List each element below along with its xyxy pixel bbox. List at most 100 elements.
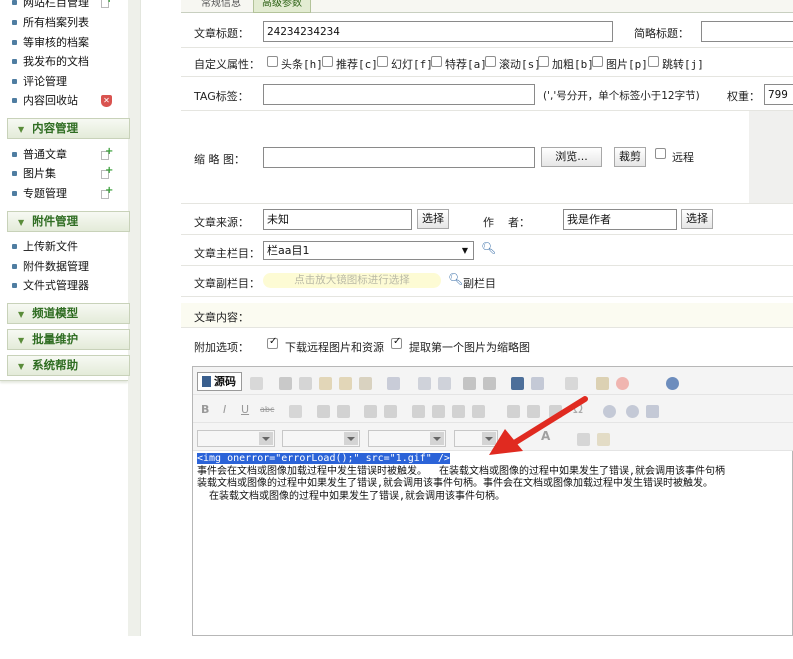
sidebar-item-galleries[interactable]: 图片集: [12, 166, 56, 182]
sidebar-item-my-documents[interactable]: 我发布的文档: [12, 54, 89, 70]
redo-icon[interactable]: [438, 377, 451, 390]
flash-icon[interactable]: [616, 377, 629, 390]
undo-icon[interactable]: [418, 377, 431, 390]
tab-basic-info[interactable]: 常规信息: [189, 0, 253, 13]
form-icon[interactable]: [565, 377, 578, 390]
select-all-icon[interactable]: [511, 377, 524, 390]
save-icon[interactable]: [250, 377, 263, 390]
bullet-icon: [12, 170, 17, 176]
copy-icon[interactable]: [299, 377, 312, 390]
sidebar-item-file-manager[interactable]: 文件式管理器: [12, 278, 89, 294]
magnifier-icon[interactable]: 🔍︎: [481, 241, 496, 255]
column-select[interactable]: 栏aa目1 ▼: [263, 241, 474, 260]
flag-image-checkbox[interactable]: [592, 56, 603, 67]
sidebar-item-label: 网站栏目管理: [23, 0, 89, 9]
remote-checkbox[interactable]: [655, 148, 666, 159]
italic-icon[interactable]: I: [223, 403, 226, 416]
source-input[interactable]: 未知: [263, 209, 412, 230]
align-center-icon[interactable]: [432, 405, 445, 418]
paste-icon[interactable]: [319, 377, 332, 390]
quote-icon[interactable]: [384, 405, 397, 418]
browse-button[interactable]: 浏览...: [541, 147, 602, 167]
weight-input[interactable]: 799: [764, 84, 793, 105]
bullet-icon: [12, 282, 17, 288]
image-icon[interactable]: [596, 377, 609, 390]
replace-icon[interactable]: [483, 377, 496, 390]
sidebar-item-comments[interactable]: 评论管理: [12, 74, 67, 90]
flag-headline-checkbox[interactable]: [267, 56, 278, 67]
sidebar-group-content[interactable]: ▼ 内容管理: [7, 118, 130, 139]
title-label: 文章标题：: [194, 27, 249, 40]
title-input[interactable]: 24234234234: [263, 21, 613, 42]
editor-toolbar-1: 源码: [193, 367, 793, 395]
tab-advanced[interactable]: 高级参数: [253, 0, 311, 13]
arrow-shaft: [508, 396, 588, 448]
first-image-thumb-checkbox[interactable]: [391, 336, 402, 349]
flag-slide-checkbox[interactable]: [377, 56, 388, 67]
short-title-input[interactable]: [701, 21, 793, 42]
sidebar-group-batch[interactable]: ▼ 批量维护: [7, 329, 130, 350]
sidebar-item-topics[interactable]: 专题管理: [12, 186, 67, 202]
flag-scroll-checkbox[interactable]: [485, 56, 496, 67]
add-icon[interactable]: [100, 146, 113, 160]
delete-shield-icon[interactable]: ✕: [101, 95, 112, 107]
align-left-icon[interactable]: [412, 405, 425, 418]
download-remote-checkbox[interactable]: [267, 336, 278, 349]
ordered-list-icon[interactable]: [317, 405, 330, 418]
align-right-icon[interactable]: [452, 405, 465, 418]
author-input[interactable]: 我是作者: [563, 209, 677, 230]
remote-label: 远程: [672, 151, 694, 164]
sidebar-group-help[interactable]: ▼ 系统帮助: [7, 355, 130, 376]
find-icon[interactable]: [463, 377, 476, 390]
style-select[interactable]: [197, 430, 275, 447]
sidebar-item-label: 所有档案列表: [23, 16, 89, 29]
bullet-icon: [12, 243, 17, 249]
superscript-icon[interactable]: [289, 405, 302, 418]
tag-input[interactable]: [263, 84, 535, 105]
flag-label: 头条[h]: [281, 58, 323, 71]
format-select[interactable]: [282, 430, 360, 447]
unordered-list-icon[interactable]: [337, 405, 350, 418]
underline-icon[interactable]: U: [241, 403, 249, 416]
select-author-button[interactable]: 选择: [681, 209, 713, 229]
thumb-input[interactable]: [263, 147, 535, 168]
flag-special-checkbox[interactable]: [431, 56, 442, 67]
cut-icon[interactable]: [279, 377, 292, 390]
add-icon[interactable]: [100, 185, 113, 199]
paste-word-icon[interactable]: [359, 377, 372, 390]
sidebar-item-upload-file[interactable]: 上传新文件: [12, 239, 78, 255]
sidebar-item-all-archives[interactable]: 所有档案列表: [12, 15, 89, 31]
strikethrough-icon[interactable]: abc: [260, 405, 274, 414]
bold-icon[interactable]: B: [201, 403, 209, 416]
sidebar-item-articles[interactable]: 普通文章: [12, 147, 67, 163]
add-icon[interactable]: [100, 0, 113, 8]
print-icon[interactable]: [387, 377, 400, 390]
select-source-button[interactable]: 选择: [417, 209, 449, 229]
anchor-icon[interactable]: [603, 405, 616, 418]
chevron-down-icon: [259, 432, 273, 445]
source-button[interactable]: 源码: [197, 372, 242, 391]
flag-recommend-checkbox[interactable]: [322, 56, 333, 67]
sidebar-item-pending-review[interactable]: 等审核的档案: [12, 35, 89, 51]
flag-bold-checkbox[interactable]: [538, 56, 549, 67]
font-select[interactable]: [368, 430, 446, 447]
paste-text-icon[interactable]: [339, 377, 352, 390]
add-icon[interactable]: [100, 165, 113, 179]
maximize-icon[interactable]: [597, 433, 610, 446]
special-char-icon[interactable]: [666, 377, 679, 390]
sidebar-item-label: 专题管理: [23, 187, 67, 200]
crop-button[interactable]: 裁剪: [614, 147, 646, 167]
sidebar-item-attachment-data[interactable]: 附件数据管理: [12, 259, 89, 275]
link-icon[interactable]: [626, 405, 639, 418]
outdent-icon[interactable]: [364, 405, 377, 418]
unlink-icon[interactable]: [646, 405, 659, 418]
subcolumn-label: 文章副栏目：: [194, 277, 260, 290]
sidebar-item-column-manage[interactable]: 网站栏目管理: [12, 0, 89, 11]
sidebar-item-recycle-bin[interactable]: 内容回收站: [12, 93, 78, 109]
sidebar-group-channels[interactable]: ▼ 频道模型: [7, 303, 130, 324]
magnifier-icon[interactable]: 🔍︎: [448, 272, 463, 286]
subcolumn-link[interactable]: 副栏目: [463, 275, 496, 291]
flag-jump-checkbox[interactable]: [648, 56, 659, 67]
sidebar-group-attachments[interactable]: ▼ 附件管理: [7, 211, 130, 232]
remove-format-icon[interactable]: [531, 377, 544, 390]
